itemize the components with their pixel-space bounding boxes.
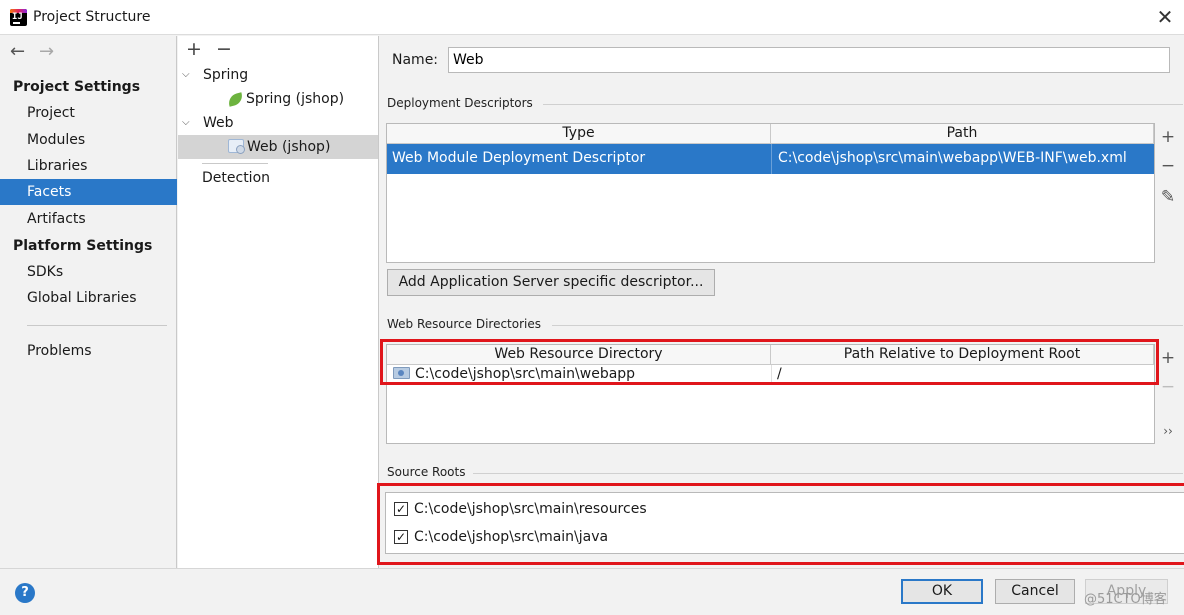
sidebar-divider bbox=[27, 325, 167, 326]
add-resource-directory-icon[interactable]: + bbox=[1157, 348, 1179, 368]
facet-name-input[interactable] bbox=[448, 47, 1170, 73]
sidebar-item-project[interactable]: Project bbox=[0, 100, 177, 126]
descriptor-type-cell: Web Module Deployment Descriptor bbox=[392, 150, 646, 166]
add-descriptor-icon[interactable]: + bbox=[1157, 127, 1179, 147]
tree-node-label: Detection bbox=[202, 170, 271, 186]
web-resource-directories-title: Web Resource Directories bbox=[387, 317, 541, 331]
highlight-box-web-resource bbox=[380, 339, 1159, 385]
title-bar: IJ Project Structure ✕ bbox=[0, 0, 1184, 35]
table-row[interactable]: Web Module Deployment Descriptor C:\code… bbox=[387, 144, 1154, 174]
tree-node-spring-jshop[interactable]: Spring (jshop) bbox=[178, 87, 378, 111]
intellij-app-icon: IJ bbox=[10, 9, 27, 26]
deployment-descriptors-table: Type Path Web Module Deployment Descript… bbox=[386, 123, 1155, 263]
forward-arrow-icon[interactable]: → bbox=[39, 41, 54, 62]
tree-node-spring[interactable]: ⌵ Spring bbox=[178, 63, 378, 87]
column-header-type[interactable]: Type bbox=[387, 124, 771, 144]
chevron-down-icon[interactable]: ⌵ bbox=[182, 63, 190, 87]
watermark-text: @51CTO博客 bbox=[1084, 592, 1167, 607]
highlight-box-source-roots bbox=[377, 483, 1184, 565]
project-settings-header: Project Settings bbox=[13, 79, 141, 95]
sidebar-item-artifacts[interactable]: Artifacts bbox=[0, 206, 177, 232]
section-divider bbox=[543, 104, 1183, 105]
descriptor-path-cell: C:\code\jshop\src\main\webapp\WEB-INF\we… bbox=[778, 150, 1127, 166]
name-label: Name: bbox=[392, 52, 439, 68]
more-actions-icon[interactable]: ›› bbox=[1157, 424, 1179, 438]
tree-node-web-jshop[interactable]: Web (jshop) bbox=[178, 135, 378, 159]
remove-resource-directory-icon[interactable]: − bbox=[1157, 377, 1179, 397]
tree-node-label: Web (jshop) bbox=[247, 139, 331, 155]
window-title: Project Structure bbox=[33, 9, 151, 25]
deployment-descriptors-title: Deployment Descriptors bbox=[387, 96, 533, 110]
chevron-down-icon[interactable]: ⌵ bbox=[182, 111, 190, 135]
facets-tree-panel: + − ⌵ Spring Spring (jshop) ⌵ Web Web (j… bbox=[178, 36, 379, 568]
help-icon[interactable]: ? bbox=[15, 583, 35, 603]
platform-settings-header: Platform Settings bbox=[13, 238, 153, 254]
sidebar-item-modules[interactable]: Modules bbox=[0, 127, 177, 153]
ok-button[interactable]: OK bbox=[901, 579, 983, 604]
remove-facet-icon[interactable]: − bbox=[216, 38, 232, 60]
tree-node-web[interactable]: ⌵ Web bbox=[178, 111, 378, 135]
close-icon[interactable]: ✕ bbox=[1152, 4, 1178, 30]
web-facet-icon bbox=[228, 139, 245, 154]
cancel-button[interactable]: Cancel bbox=[995, 579, 1075, 604]
column-header-path[interactable]: Path bbox=[771, 124, 1154, 144]
section-divider bbox=[473, 473, 1183, 474]
source-roots-title: Source Roots bbox=[387, 465, 466, 479]
sidebar-item-libraries[interactable]: Libraries bbox=[0, 153, 177, 179]
tree-divider bbox=[202, 163, 268, 164]
sidebar-item-facets[interactable]: Facets bbox=[0, 179, 177, 205]
back-arrow-icon[interactable]: ← bbox=[10, 41, 25, 62]
tree-node-label: Spring (jshop) bbox=[246, 91, 345, 107]
section-divider bbox=[552, 325, 1183, 326]
sidebar-item-sdks[interactable]: SDKs bbox=[0, 259, 177, 285]
sidebar-item-problems[interactable]: Problems bbox=[0, 338, 177, 364]
sidebar-item-global-libraries[interactable]: Global Libraries bbox=[0, 285, 177, 311]
remove-descriptor-icon[interactable]: − bbox=[1157, 156, 1179, 176]
settings-sidebar: ← → Project Settings Project Modules Lib… bbox=[0, 36, 177, 568]
edit-pencil-icon[interactable]: ✎ bbox=[1157, 187, 1179, 207]
add-facet-icon[interactable]: + bbox=[186, 38, 202, 60]
add-server-descriptor-button[interactable]: Add Application Server specific descript… bbox=[387, 269, 715, 296]
tree-node-detection[interactable]: Detection bbox=[178, 166, 378, 190]
tree-node-label: Web bbox=[203, 115, 234, 131]
spring-leaf-icon bbox=[226, 92, 245, 107]
tree-node-label: Spring bbox=[203, 67, 249, 83]
